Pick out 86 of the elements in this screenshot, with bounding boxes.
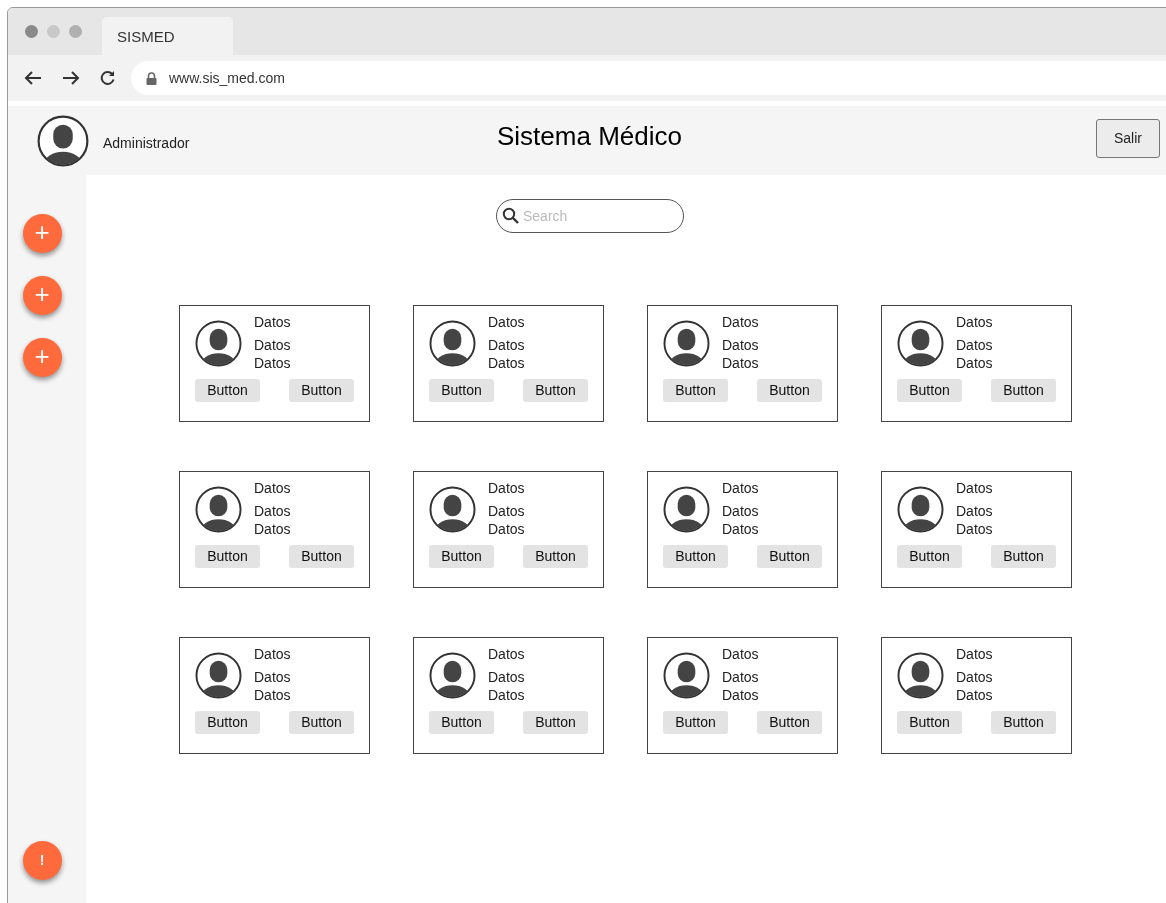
avatar-icon xyxy=(195,320,242,367)
data-text: Datos xyxy=(722,668,759,686)
data-text: Datos xyxy=(254,479,291,497)
card-button[interactable]: Button xyxy=(897,379,962,402)
card-button[interactable]: Button xyxy=(429,545,494,568)
card-button[interactable]: Button xyxy=(289,379,354,402)
data-text: Datos xyxy=(722,479,759,497)
data-text: Datos xyxy=(722,645,759,663)
card-button[interactable]: Button xyxy=(663,545,728,568)
window-control-icon[interactable] xyxy=(25,25,38,38)
card-button[interactable]: Button xyxy=(663,379,728,402)
avatar-icon xyxy=(195,652,242,699)
data-text: Datos xyxy=(488,354,525,372)
data-text: Datos xyxy=(956,520,993,538)
data-text: Datos xyxy=(254,502,291,520)
search-icon xyxy=(502,207,520,225)
avatar-icon xyxy=(429,320,476,367)
data-text: Datos xyxy=(722,502,759,520)
logout-button[interactable]: Salir xyxy=(1096,118,1160,158)
avatar-icon xyxy=(663,320,710,367)
data-text: Datos xyxy=(722,336,759,354)
lock-icon xyxy=(146,71,157,85)
card-button[interactable]: Button xyxy=(523,711,588,734)
data-text: Datos xyxy=(956,645,993,663)
card-button[interactable]: Button xyxy=(429,379,494,402)
data-text: Datos xyxy=(956,668,993,686)
card-button[interactable]: Button xyxy=(195,711,260,734)
card-button[interactable]: Button xyxy=(897,545,962,568)
data-text: Datos xyxy=(254,520,291,538)
card-button[interactable]: Button xyxy=(991,711,1056,734)
avatar-icon xyxy=(37,115,89,167)
data-text: Datos xyxy=(956,502,993,520)
data-text: Datos xyxy=(488,520,525,538)
data-text: Datos xyxy=(254,686,291,704)
card-button[interactable]: Button xyxy=(757,545,822,568)
data-text: Datos xyxy=(254,668,291,686)
data-text: Datos xyxy=(956,354,993,372)
card-button[interactable]: Button xyxy=(897,711,962,734)
card-button[interactable]: Button xyxy=(757,379,822,402)
data-text: Datos xyxy=(956,479,993,497)
url-text: www.sis_med.com xyxy=(169,68,285,88)
reload-icon[interactable] xyxy=(99,69,117,87)
card-button[interactable]: Button xyxy=(523,379,588,402)
card-button[interactable]: Button xyxy=(523,545,588,568)
data-text: Datos xyxy=(956,686,993,704)
browser-tab[interactable]: SISMED xyxy=(102,17,233,55)
avatar-icon xyxy=(429,486,476,533)
avatar-icon xyxy=(897,486,944,533)
user-name: Administrador xyxy=(103,133,190,153)
data-text: Datos xyxy=(722,354,759,372)
avatar-icon xyxy=(195,486,242,533)
avatar-icon xyxy=(429,652,476,699)
card-button[interactable]: Button xyxy=(289,711,354,734)
data-text: Datos xyxy=(254,336,291,354)
data-text: Datos xyxy=(488,313,525,331)
avatar-icon xyxy=(663,652,710,699)
avatar-icon xyxy=(663,486,710,533)
data-text: Datos xyxy=(956,313,993,331)
avatar-icon xyxy=(897,320,944,367)
data-text: Datos xyxy=(722,686,759,704)
card-button[interactable]: Button xyxy=(195,545,260,568)
data-text: Datos xyxy=(488,502,525,520)
avatar-icon xyxy=(897,652,944,699)
card-button[interactable]: Button xyxy=(991,379,1056,402)
card-button[interactable]: Button xyxy=(289,545,354,568)
data-text: Datos xyxy=(488,668,525,686)
card-button[interactable]: Button xyxy=(991,545,1056,568)
card-button[interactable]: Button xyxy=(757,711,822,734)
data-text: Datos xyxy=(488,645,525,663)
card-button[interactable]: Button xyxy=(663,711,728,734)
data-text: Datos xyxy=(488,479,525,497)
url-field[interactable]: www.sis_med.com xyxy=(131,61,1166,95)
data-text: Datos xyxy=(254,645,291,663)
card-button[interactable]: Button xyxy=(195,379,260,402)
data-text: Datos xyxy=(722,520,759,538)
search-field[interactable]: Search xyxy=(496,199,684,233)
data-text: Datos xyxy=(254,354,291,372)
card-button[interactable]: Button xyxy=(429,711,494,734)
data-text: Datos xyxy=(488,336,525,354)
page-title: Sistema Médico xyxy=(497,120,682,153)
data-text: Datos xyxy=(956,336,993,354)
data-text: Datos xyxy=(488,686,525,704)
forward-icon[interactable] xyxy=(61,70,81,86)
data-text: Datos xyxy=(722,313,759,331)
back-icon[interactable] xyxy=(23,70,43,86)
data-text: Datos xyxy=(254,313,291,331)
